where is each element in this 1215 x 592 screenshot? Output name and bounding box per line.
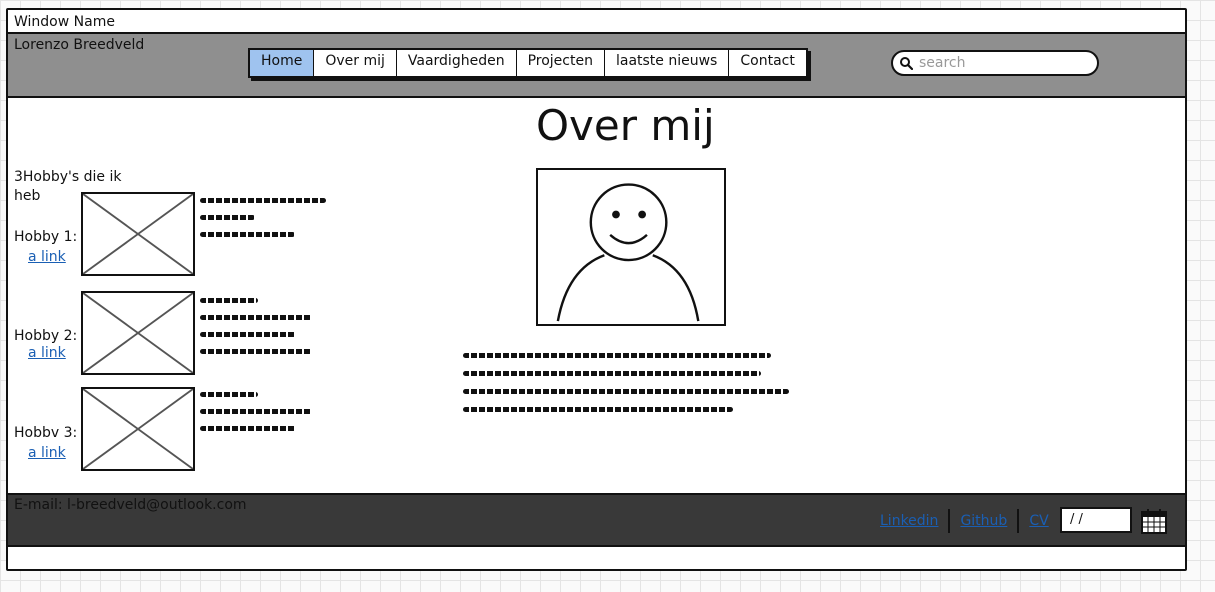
cv-link[interactable]: CV	[1017, 509, 1058, 533]
profile-photo	[536, 168, 726, 326]
hobby-2-text	[200, 298, 312, 366]
github-link[interactable]: Github	[948, 509, 1017, 533]
nav-projecten[interactable]: Projecten	[516, 50, 605, 76]
about-text	[463, 353, 789, 424]
site-footer: E-mail: l-breedveld@outlook.com Linkedin…	[8, 493, 1185, 547]
linkedin-link[interactable]: Linkedin	[870, 509, 948, 533]
hobby-2-label: Hobby 2:	[14, 328, 78, 344]
hobby-1-label: Hobby 1:	[14, 229, 78, 245]
browser-window: Window Name Lorenzo Breedveld Home Over …	[6, 8, 1187, 571]
hobby-1-link[interactable]: a link	[28, 248, 66, 266]
hobby-3-text	[200, 392, 312, 443]
main-content: Over mij 3Hobby's die ik heb Hobby 1: a …	[8, 98, 1185, 493]
date-input[interactable]: / /	[1060, 507, 1132, 533]
nav-over-mij[interactable]: Over mij	[314, 50, 397, 76]
footer-links: Linkedin Github CV	[870, 509, 1059, 533]
hobby-2-image	[81, 291, 195, 375]
search-input[interactable]: search	[891, 50, 1099, 76]
site-brand: Lorenzo Breedveld	[14, 37, 145, 53]
hobby-1-image	[81, 192, 195, 276]
nav-laatste-nieuws[interactable]: laatste nieuws	[604, 50, 730, 76]
hobby-3-link[interactable]: a link	[28, 444, 66, 462]
calendar-icon[interactable]	[1140, 507, 1168, 535]
nav-bar: Home Over mij Vaardigheden Projecten laa…	[248, 48, 808, 78]
nav-vaardigheden[interactable]: Vaardigheden	[396, 50, 517, 76]
search-icon	[900, 57, 913, 70]
hobby-3-label: Hobbv 3:	[14, 425, 78, 441]
smiley-avatar-icon	[556, 183, 700, 322]
hobby-2-link[interactable]: a link	[28, 344, 66, 362]
hobby-3-image	[81, 387, 195, 471]
site-header: Lorenzo Breedveld Home Over mij Vaardigh…	[8, 34, 1185, 98]
window-title: Window Name	[8, 10, 1185, 34]
hobby-1-text	[200, 198, 326, 249]
search-placeholder: search	[919, 55, 966, 71]
nav-home[interactable]: Home	[250, 50, 315, 76]
footer-email: E-mail: l-breedveld@outlook.com	[14, 497, 247, 513]
page-title: Over mij	[536, 101, 715, 150]
nav-contact[interactable]: Contact	[729, 50, 806, 76]
